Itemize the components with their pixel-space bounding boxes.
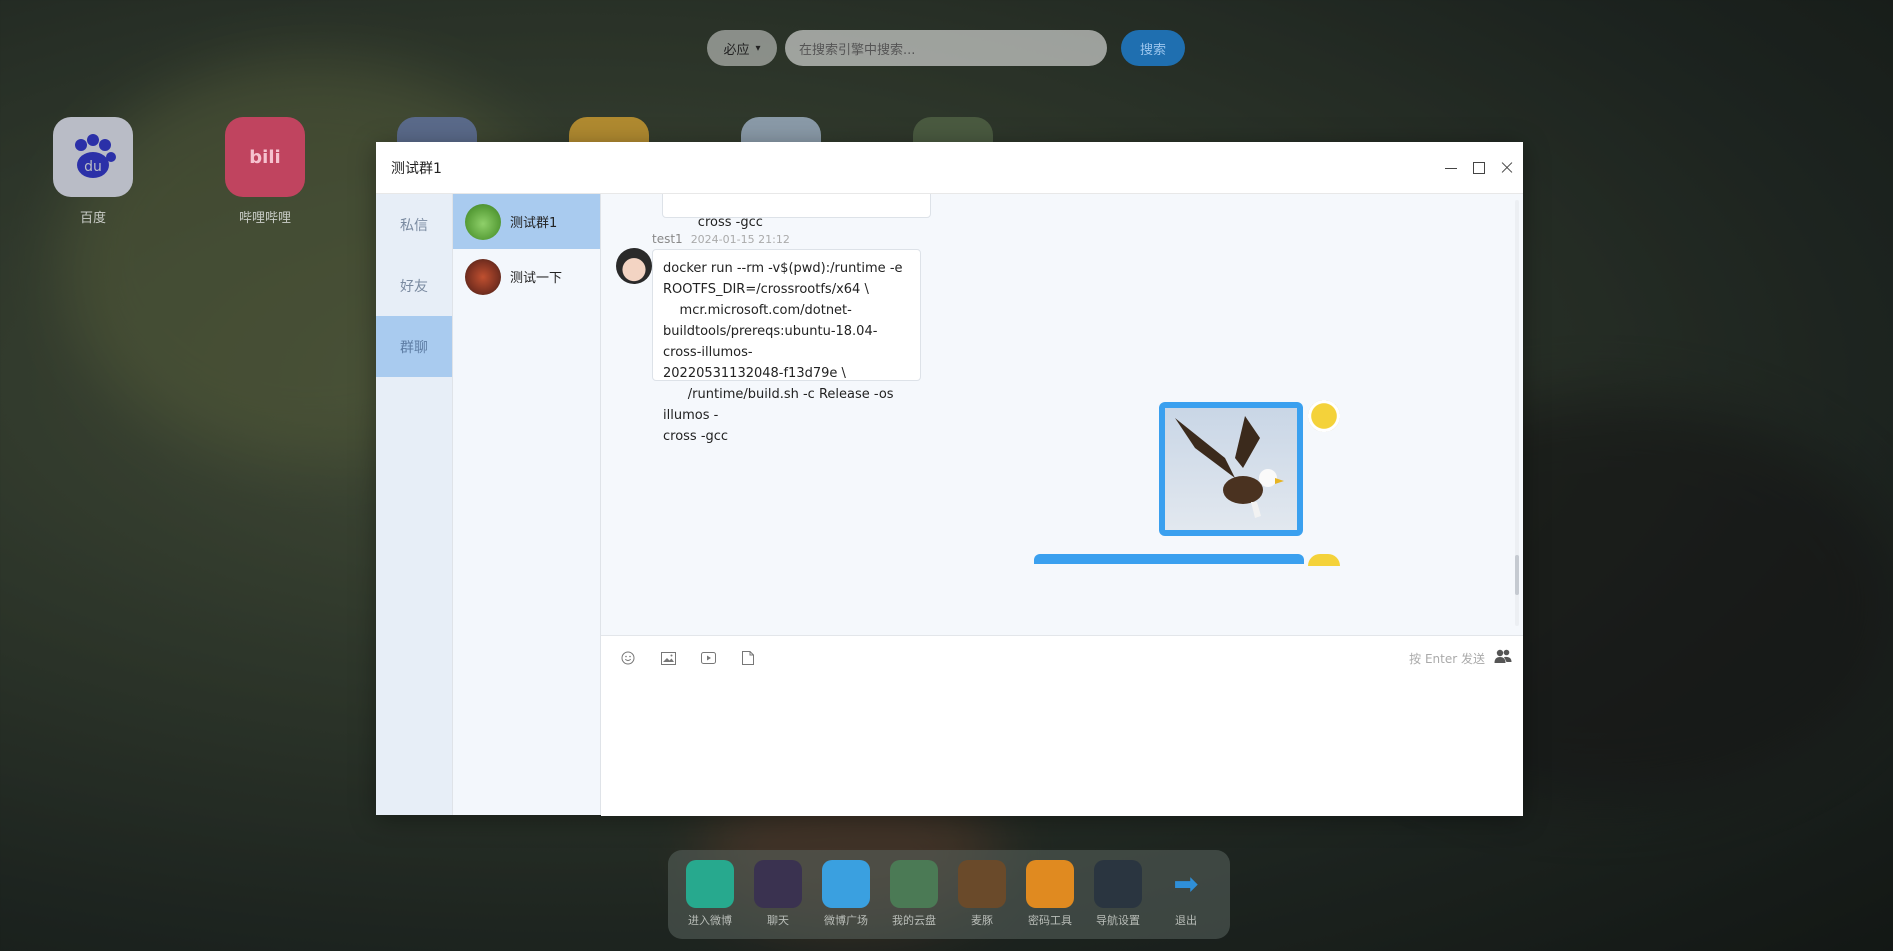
- nav-private-messages[interactable]: 私信: [376, 194, 452, 255]
- user-avatar[interactable]: [616, 248, 652, 284]
- dock-label: 退出: [1175, 914, 1197, 927]
- dock-item[interactable]: 进入微博: [686, 860, 734, 939]
- scrollbar-thumb[interactable]: [1515, 555, 1519, 595]
- dock-label: 聊天: [767, 914, 789, 927]
- chat-window: 测试群1 私信 好友 群聊 测试群1 测试一下 cross -gcc test1…: [376, 142, 1523, 816]
- dock-item[interactable]: 我的云盘: [890, 860, 938, 939]
- weibo-star-icon: [686, 860, 734, 908]
- search-engine-select[interactable]: 必应 ▾: [707, 30, 777, 66]
- desktop-icon-hidden: [569, 117, 649, 142]
- window-titlebar: 测试群1: [376, 142, 1523, 194]
- dock-item[interactable]: 麦豚: [958, 860, 1006, 939]
- close-icon[interactable]: [1501, 162, 1513, 174]
- dock-label: 导航设置: [1096, 914, 1140, 927]
- password-tool-icon: [1026, 860, 1074, 908]
- dock-label: 我的云盘: [892, 914, 936, 927]
- search-button[interactable]: 搜索: [1121, 30, 1185, 66]
- dolphin-icon: [958, 860, 1006, 908]
- image-message[interactable]: [1159, 402, 1303, 536]
- image-icon[interactable]: [660, 650, 676, 666]
- message-time: 2024-01-15 21:12: [690, 233, 790, 246]
- message-bubble-partial: [1034, 554, 1304, 564]
- group-members-icon[interactable]: [1494, 648, 1512, 664]
- message-composer[interactable]: 按 Enter 发送: [601, 635, 1523, 816]
- message-scrollbar[interactable]: [1515, 200, 1519, 626]
- search-engine-label: 必应: [723, 42, 750, 58]
- baidu-icon: du: [53, 117, 133, 197]
- maximize-icon[interactable]: [1473, 161, 1485, 174]
- dock-item[interactable]: 聊天: [754, 860, 802, 939]
- arrow-right-icon: ➡: [1173, 866, 1199, 902]
- message-area[interactable]: cross -gcc test1 2024-01-15 21:12 docker …: [601, 194, 1523, 635]
- window-title: 测试群1: [391, 160, 442, 177]
- dock-item[interactable]: 密码工具: [1026, 860, 1074, 939]
- file-icon[interactable]: [740, 650, 756, 666]
- dock-item[interactable]: 导航设置: [1094, 860, 1142, 939]
- building-avatar: [465, 258, 501, 295]
- top-search-bar: 必应 ▾ 在搜索引擎中搜索... 搜索: [707, 30, 1185, 66]
- self-avatar: [1308, 554, 1340, 566]
- dock-label: 进入微博: [688, 914, 732, 927]
- dock: 进入微博 聊天 微博广场 我的云盘 麦豚 密码工具 导航设置 ➡ 退出: [668, 850, 1230, 939]
- frog-avatar: [465, 203, 501, 240]
- desktop-icon-label: 百度: [79, 211, 106, 226]
- dock-label: 密码工具: [1028, 914, 1072, 927]
- dock-item[interactable]: ➡ 退出: [1162, 860, 1210, 939]
- search-input[interactable]: 在搜索引擎中搜索...: [785, 30, 1107, 66]
- desktop-icon-baidu[interactable]: du 百度: [53, 117, 133, 226]
- minimize-icon[interactable]: [1445, 162, 1457, 174]
- sender-name: test1: [652, 232, 683, 246]
- nav-friends[interactable]: 好友: [376, 255, 452, 316]
- twitter-icon: [822, 860, 870, 908]
- chevron-down-icon: ▾: [755, 42, 761, 54]
- desktop-icon-hidden: [913, 117, 993, 142]
- desktop-icon-label: 哔哩哔哩: [238, 211, 291, 226]
- chat-icon: [754, 860, 802, 908]
- emoji-icon[interactable]: [620, 650, 636, 666]
- message-bubble: docker run --rm -v$(pwd):/runtime -e ROO…: [652, 249, 921, 444]
- desktop-icon-hidden: [397, 117, 477, 142]
- conversation-item[interactable]: 测试群1: [453, 194, 600, 249]
- message-bubble: cross -gcc: [662, 194, 931, 230]
- message-text: cross -gcc: [697, 215, 763, 230]
- send-hint: 按 Enter 发送: [1409, 652, 1485, 666]
- nav-groups[interactable]: 群聊: [376, 316, 452, 377]
- conversation-name: 测试群1: [510, 216, 558, 231]
- settings-icon: [1094, 860, 1142, 908]
- dock-item[interactable]: 微博广场: [822, 860, 870, 939]
- conversation-item[interactable]: 测试一下: [453, 249, 600, 304]
- message-meta: test1 2024-01-15 21:12: [652, 232, 790, 246]
- conversation-name: 测试一下: [510, 271, 563, 286]
- chat-nav: 私信 好友 群聊: [376, 194, 453, 815]
- desktop-icon-hidden: [741, 117, 821, 142]
- desktop-icon-bilibili[interactable]: bili 哔哩哔哩: [225, 117, 305, 226]
- dock-label: 微博广场: [824, 914, 868, 927]
- dock-label: 麦豚: [971, 914, 993, 927]
- cloud-drive-icon: [890, 860, 938, 908]
- video-icon[interactable]: [700, 650, 716, 666]
- svg-text:du: du: [84, 159, 102, 175]
- eagle-image: [1165, 408, 1297, 530]
- bilibili-icon: bili: [225, 117, 305, 197]
- self-avatar[interactable]: [1308, 400, 1340, 432]
- conversation-list: 测试群1 测试一下: [453, 194, 601, 815]
